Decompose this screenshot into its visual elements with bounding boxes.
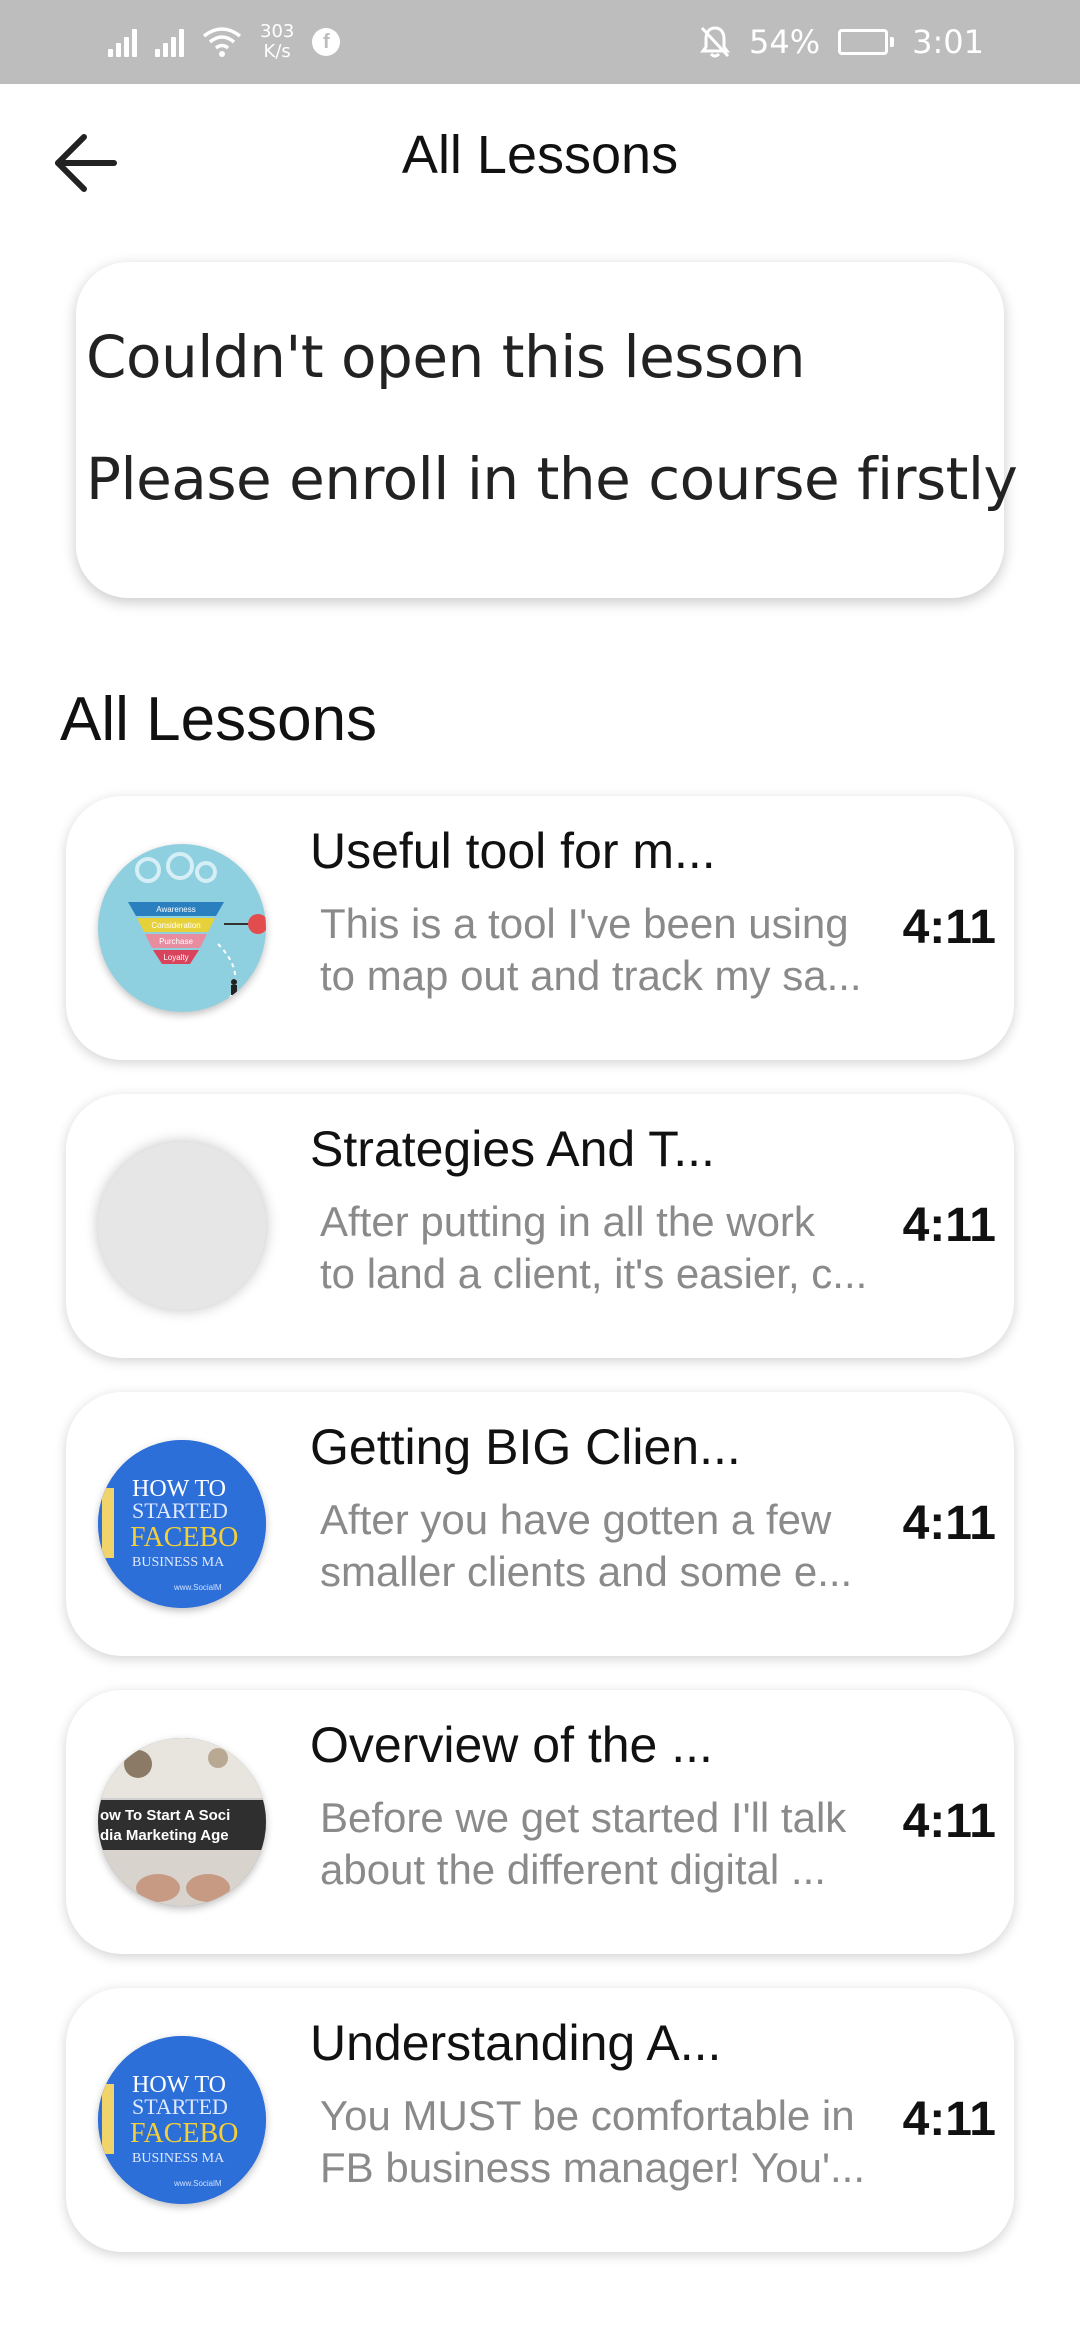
lesson-description-line: FB business manager! You'... <box>320 2144 866 2191</box>
signal-icon <box>108 27 137 57</box>
bell-off-icon <box>699 25 731 59</box>
thumb-text: FACEBO <box>130 1522 238 1553</box>
funnel-image: Awareness Consideration Purchase Loyalty <box>128 852 266 1005</box>
battery-percent: 54% <box>749 23 821 61</box>
error-title: Couldn't open this lesson <box>86 323 806 391</box>
lesson-title: Strategies And T... <box>310 1121 715 1177</box>
funnel-label-awareness: Awareness <box>156 905 195 914</box>
lesson-thumbnail: HOW TO STARTED FACEBO BUSINESS MA www.So… <box>98 1440 266 1608</box>
lesson-description-line: smaller clients and some e... <box>320 1548 853 1595</box>
lesson-description-line: Before we get started I'll talk <box>320 1794 847 1841</box>
error-message-card: Couldn't open this lesson Please enroll … <box>76 262 1018 598</box>
lesson-description: This is a tool I've been using to map ou… <box>320 898 890 1002</box>
funnel-label-consideration: Consideration <box>151 921 200 930</box>
status-bar-right: 54% 3:01 <box>699 23 984 61</box>
thumb-text: www.SocialM <box>173 2179 222 2188</box>
network-speed: 303 K/s <box>260 22 294 62</box>
funnel-label-loyalty: Loyalty <box>163 953 188 962</box>
thumb-text: BUSINESS MA <box>132 1555 225 1570</box>
lesson-item[interactable]: HOW TO STARTED FACEBO BUSINESS MA www.So… <box>66 1988 1014 2252</box>
thumb-text: FACEBO <box>130 2118 238 2149</box>
lesson-thumbnail: HOW TO STARTED FACEBO BUSINESS MA www.So… <box>98 2036 266 2204</box>
lesson-duration: 4:11 <box>902 1497 996 1550</box>
lesson-description: Before we get started I'll talk about th… <box>320 1792 890 1896</box>
lesson-duration: 4:11 <box>902 1795 996 1848</box>
lesson-title: Understanding A... <box>310 2015 722 2071</box>
lesson-description-line: to land a client, it's easier, c... <box>320 1250 868 1297</box>
lesson-thumbnail: Awareness Consideration Purchase Loyalty <box>98 844 266 1012</box>
lesson-duration: 4:11 <box>902 901 996 954</box>
thumb-text: BUSINESS MA <box>132 2151 225 2166</box>
network-speed-value: 303 <box>260 21 295 42</box>
screen: 303 K/s f 54% 3:01 All Lessons Couldn't … <box>0 0 1080 2340</box>
status-bar: 303 K/s f 54% 3:01 <box>0 0 1080 84</box>
lesson-thumbnail-placeholder <box>98 1142 266 1310</box>
thumb-text: STARTED <box>132 2094 228 2119</box>
lesson-description: You MUST be comfortable in FB business m… <box>320 2090 890 2194</box>
section-title: All Lessons <box>60 685 378 754</box>
lesson-description-line: to map out and track my sa... <box>320 952 862 999</box>
lesson-description-line: about the different digital ... <box>320 1846 826 1893</box>
lesson-title: Getting BIG Clien... <box>310 1419 741 1475</box>
social-media-marketing-image: ow To Start A Soci dia Marketing Age <box>98 1738 266 1906</box>
lesson-description-line: This is a tool I've been using <box>320 900 849 947</box>
facebook-icon: f <box>312 28 341 56</box>
lesson-list: Awareness Consideration Purchase Loyalty… <box>66 796 1014 2286</box>
funnel-label-purchase: Purchase <box>159 937 193 946</box>
lesson-duration: 4:11 <box>902 1199 996 1252</box>
thumb-text: www.SocialM <box>173 1583 222 1592</box>
lesson-title: Overview of the ... <box>310 1717 713 1773</box>
lesson-item[interactable]: Strategies And T... After putting in all… <box>66 1094 1014 1358</box>
signal-icon <box>155 27 184 57</box>
battery-icon <box>838 29 895 55</box>
network-speed-unit: K/s <box>263 41 291 62</box>
lesson-item[interactable]: ow To Start A Soci dia Marketing Age Ove… <box>66 1690 1014 1954</box>
lesson-description-line: After you have gotten a few <box>320 1496 832 1543</box>
thumb-text: dia Marketing Age <box>100 1827 229 1844</box>
lesson-description: After you have gotten a few smaller clie… <box>320 1494 890 1598</box>
app-header: All Lessons <box>0 84 1080 234</box>
lesson-item[interactable]: HOW TO STARTED FACEBO BUSINESS MA www.So… <box>66 1392 1014 1656</box>
wifi-icon <box>202 26 242 58</box>
lesson-description-line: After putting in all the work <box>320 1198 815 1245</box>
lesson-description: After putting in all the work to land a … <box>320 1196 890 1300</box>
page-title: All Lessons <box>401 125 679 185</box>
facebook-business-image: HOW TO STARTED FACEBO BUSINESS MA www.So… <box>98 1440 266 1608</box>
thumb-text: ow To Start A Soci <box>100 1807 230 1824</box>
status-bar-left: 303 K/s f <box>108 22 341 62</box>
lesson-item[interactable]: Awareness Consideration Purchase Loyalty… <box>66 796 1014 1060</box>
facebook-business-image: HOW TO STARTED FACEBO BUSINESS MA www.So… <box>98 2036 266 2204</box>
thumb-text: STARTED <box>132 1498 228 1523</box>
error-detail: Please enroll in the course firstly <box>86 445 1018 513</box>
lesson-duration: 4:11 <box>902 2093 996 2146</box>
lesson-description-line: You MUST be comfortable in <box>320 2092 855 2139</box>
lesson-thumbnail: ow To Start A Soci dia Marketing Age <box>98 1738 266 1906</box>
clock: 3:01 <box>912 23 984 61</box>
lesson-title: Useful tool for m... <box>310 823 716 879</box>
